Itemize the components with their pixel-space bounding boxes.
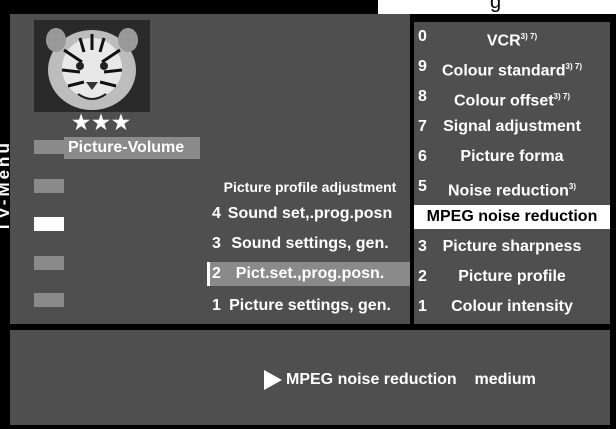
menu-item-number: 2 <box>212 265 221 282</box>
footnote-marker: 3) 7) <box>565 62 582 71</box>
menu-item-number: 2 <box>418 268 427 285</box>
menu-item-number: 0 <box>418 28 427 45</box>
menu-item-label: Signal adjustment <box>443 118 581 135</box>
menu-item-number: 8 <box>418 88 427 105</box>
menu-item-label: Noise reduction <box>447 182 569 199</box>
menu-item-pict-set-prog-posn[interactable]: 2 Pict.set.,prog.posn. <box>210 262 410 286</box>
menu-item-label: VCR <box>486 32 521 49</box>
left-menu-button-1[interactable] <box>34 140 64 154</box>
left-menu-button-4[interactable] <box>34 256 64 270</box>
left-menu-button-5[interactable] <box>34 293 64 307</box>
menu-item-sound-set-prog-posn[interactable]: 4 Sound set,.prog.posn <box>210 202 410 226</box>
menu-header-picture-profile-adjustment: Picture profile adjustment <box>223 179 397 195</box>
status-line: MPEG noise reduction medium <box>264 370 536 390</box>
footnote-marker: 3) <box>568 182 577 191</box>
menu-item-label: Picture forma <box>460 148 564 165</box>
menu-item-label: Sound settings, gen. <box>231 235 389 252</box>
tiger-image <box>34 20 150 112</box>
tv-menu-vertical-label: TV-Menü <box>0 140 13 232</box>
left-menu-button-2[interactable] <box>34 179 64 193</box>
menu-item-number: 4 <box>212 205 221 222</box>
menu-item-label: Picture sharpness <box>442 238 582 255</box>
play-arrow-icon <box>264 370 282 390</box>
menu-item-label: Sound set,.prog.posn <box>227 205 393 222</box>
menu-item-number: 1 <box>418 298 427 315</box>
menu-item-label: Colour standard <box>441 62 566 79</box>
top-caption: g <box>490 0 502 13</box>
menu-item-picture-profile[interactable]: 2 Picture profile <box>414 265 610 289</box>
menu-item-number: 7 <box>418 118 427 135</box>
footnote-marker: 3) 7) <box>520 32 538 41</box>
menu-item-picture-settings-gen[interactable]: 1 Picture settings, gen. <box>210 294 410 318</box>
menu-item-label: Picture settings, gen. <box>229 297 391 314</box>
status-setting-value[interactable]: medium <box>474 371 535 388</box>
picture-preview-image <box>34 20 150 112</box>
menu-item-colour-offset[interactable]: 8 Colour offset3) 7) <box>414 85 610 109</box>
menu-item-number: 3 <box>212 235 221 252</box>
menu-item-label: Pict.set.,prog.posn. <box>235 265 385 282</box>
left-menu-button-3[interactable] <box>34 217 64 231</box>
menu-item-number: 3 <box>418 238 427 255</box>
menu-item-number: 1 <box>212 297 221 314</box>
top-caption-area: g <box>378 0 616 14</box>
menu-item-label: Colour offset <box>454 92 554 109</box>
menu-item-noise-reduction[interactable]: 5 Noise reduction3) <box>414 175 610 199</box>
menu-item-label: MPEG noise reduction <box>426 208 598 225</box>
status-setting-name: MPEG noise reduction <box>286 371 457 389</box>
menu-item-sound-settings-gen[interactable]: 3 Sound settings, gen. <box>210 232 410 256</box>
footnote-marker: 3) 7) <box>553 92 570 101</box>
menu-item-number: 9 <box>418 58 427 75</box>
rating-stars: ★★★ <box>72 112 132 134</box>
menu-item-number: 6 <box>418 148 427 165</box>
menu-item-label: Picture profile <box>458 268 566 285</box>
menu-item-picture-format[interactable]: 6 Picture forma <box>414 145 610 169</box>
picture-volume-label[interactable]: Picture-Volume <box>64 137 200 159</box>
menu-item-signal-adjustment[interactable]: 7 Signal adjustment <box>414 115 610 139</box>
menu-item-label: Colour intensity <box>451 298 573 315</box>
menu-item-picture-sharpness[interactable]: 3 Picture sharpness <box>414 235 610 259</box>
menu-item-vcr[interactable]: 0 VCR3) 7) <box>414 25 610 49</box>
menu-item-mpeg-noise-reduction[interactable]: MPEG noise reduction <box>414 205 610 229</box>
menu-item-number: 5 <box>418 178 427 195</box>
menu-item-colour-intensity[interactable]: 1 Colour intensity <box>414 295 610 319</box>
menu-item-colour-standard[interactable]: 9 Colour standard3) 7) <box>414 55 610 79</box>
